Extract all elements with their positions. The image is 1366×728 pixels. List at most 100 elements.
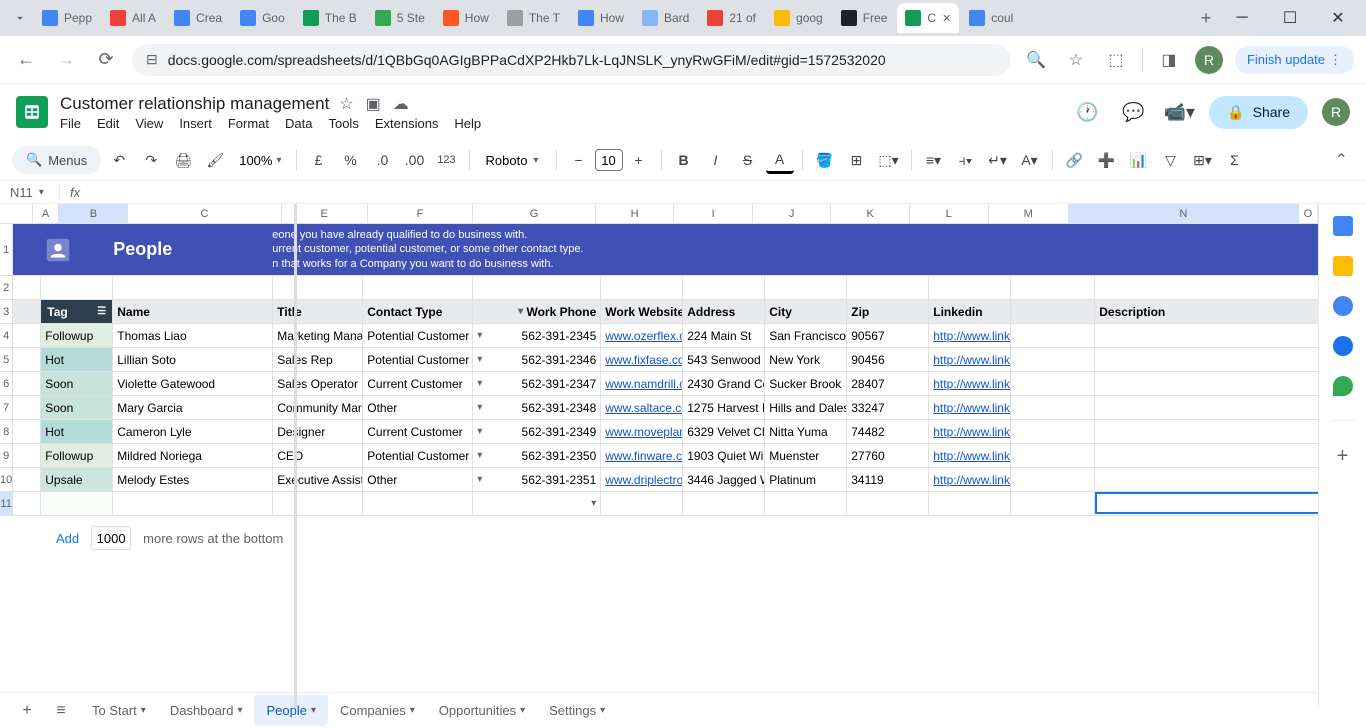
linkedin-cell[interactable]: http://www.linked: [929, 468, 1011, 491]
menu-tools[interactable]: Tools: [328, 116, 358, 131]
website-cell[interactable]: www.namdrill.co: [601, 372, 683, 395]
name-box[interactable]: N11 ▾: [0, 185, 60, 200]
address-cell[interactable]: 224 Main St: [683, 324, 765, 347]
browser-tab[interactable]: All A: [102, 3, 164, 33]
add-rows-input[interactable]: [91, 526, 131, 550]
minimize-button[interactable]: ─: [1222, 3, 1262, 33]
halign-button[interactable]: ≡▾: [920, 146, 948, 174]
description-cell[interactable]: [1095, 372, 1318, 395]
browser-tab[interactable]: Crea: [166, 3, 230, 33]
tag-cell[interactable]: Upsale: [41, 468, 113, 491]
chevron-down-icon[interactable]: ▾: [237, 705, 242, 716]
row-header-4[interactable]: 4: [0, 324, 13, 348]
col-header-B[interactable]: B: [59, 204, 128, 223]
new-tab-button[interactable]: +: [1192, 4, 1220, 32]
sheet-tab-settings[interactable]: Settings▾: [537, 695, 617, 726]
finish-update-button[interactable]: Finish update ⋮: [1235, 46, 1354, 74]
browser-tab[interactable]: coul: [961, 3, 1021, 33]
sidepanel-icon[interactable]: ◨: [1155, 46, 1183, 74]
linkedin-cell[interactable]: http://www.linked: [929, 396, 1011, 419]
sheet-tab-opportunities[interactable]: Opportunities▾: [427, 695, 537, 726]
extensions-icon[interactable]: ⬚: [1102, 46, 1130, 74]
table-row[interactable]: Soon Mary Garcia Community Manager Other…: [13, 396, 1318, 420]
contact-type-cell[interactable]: Current Customer: [363, 372, 473, 395]
bold-button[interactable]: B: [670, 146, 698, 174]
history-icon[interactable]: 🕐: [1071, 96, 1103, 128]
title-cell[interactable]: Sales Operator: [273, 372, 363, 395]
website-cell[interactable]: www.finware.co: [601, 444, 683, 467]
font-select[interactable]: Roboto ▾: [478, 153, 548, 168]
header-linkedin[interactable]: Linkedin: [929, 300, 1011, 323]
decrease-decimal-button[interactable]: .0: [369, 146, 397, 174]
filter-icon[interactable]: ☰: [97, 306, 106, 317]
phone-cell[interactable]: ▾562-391-2346: [473, 348, 601, 371]
close-window-button[interactable]: ✕: [1318, 3, 1358, 33]
profile-avatar[interactable]: R: [1195, 46, 1223, 74]
address-cell[interactable]: 2430 Grand Corn: [683, 372, 765, 395]
row-header-1[interactable]: 1: [0, 224, 13, 276]
phone-cell[interactable]: ▾562-391-2350: [473, 444, 601, 467]
col-header-L[interactable]: L: [910, 204, 989, 223]
table-row[interactable]: Hot Lillian Soto Sales Rep Potential Cus…: [13, 348, 1318, 372]
calendar-icon[interactable]: [1333, 216, 1353, 236]
zip-cell[interactable]: 74482: [847, 420, 929, 443]
move-icon[interactable]: ▣: [366, 94, 381, 114]
row-header-6[interactable]: 6: [0, 372, 13, 396]
name-cell[interactable]: Mary Garcia: [113, 396, 273, 419]
phone-cell[interactable]: ▾562-391-2347: [473, 372, 601, 395]
browser-tab[interactable]: How: [570, 3, 632, 33]
menu-extensions[interactable]: Extensions: [375, 116, 439, 131]
browser-tab[interactable]: Goo: [232, 3, 293, 33]
zip-cell[interactable]: 33247: [847, 396, 929, 419]
phone-cell[interactable]: ▾562-391-2351: [473, 468, 601, 491]
header-work-phone[interactable]: ▾ Work Phone: [473, 300, 601, 323]
currency-button[interactable]: £: [305, 146, 333, 174]
contact-type-cell[interactable]: Potential Customer: [363, 324, 473, 347]
chevron-down-icon[interactable]: ▾: [477, 402, 482, 413]
link-button[interactable]: 🔗: [1061, 146, 1089, 174]
row-header-11[interactable]: 11: [0, 492, 13, 516]
name-cell[interactable]: Violette Gatewood: [113, 372, 273, 395]
chevron-down-icon[interactable]: ▾: [477, 450, 482, 461]
chevron-down-icon[interactable]: ▾: [477, 378, 482, 389]
website-cell[interactable]: www.saltace.com: [601, 396, 683, 419]
address-cell[interactable]: 1275 Harvest Be: [683, 396, 765, 419]
all-sheets-button[interactable]: ≡: [46, 696, 76, 726]
sheet-tab-companies[interactable]: Companies▾: [328, 695, 427, 726]
sheet-tab-to-start[interactable]: To Start▾: [80, 695, 158, 726]
contact-type-cell[interactable]: Other: [363, 468, 473, 491]
phone-cell[interactable]: ▾562-391-2348: [473, 396, 601, 419]
contact-type-cell[interactable]: Other: [363, 396, 473, 419]
browser-tab[interactable]: The B: [295, 3, 365, 33]
browser-tab[interactable]: goog: [766, 3, 831, 33]
description-cell[interactable]: [1095, 444, 1318, 467]
table-row[interactable]: Followup Thomas Liao Marketing Manager P…: [13, 324, 1318, 348]
linkedin-cell[interactable]: http://www.linked: [929, 420, 1011, 443]
back-button[interactable]: ←: [12, 46, 40, 74]
city-cell[interactable]: San Francisco: [765, 324, 847, 347]
phone-cell[interactable]: ▾562-391-2349: [473, 420, 601, 443]
col-header-J[interactable]: J: [753, 204, 832, 223]
chevron-down-icon[interactable]: ▾: [600, 705, 605, 716]
chevron-down-icon[interactable]: ▾: [477, 474, 482, 485]
chevron-down-icon[interactable]: ▾: [410, 705, 415, 716]
chevron-down-icon[interactable]: ▾: [311, 705, 316, 716]
row-header-7[interactable]: 7: [0, 396, 13, 420]
header-contact-type[interactable]: Contact Type: [363, 300, 473, 323]
italic-button[interactable]: I: [702, 146, 730, 174]
row-header-2[interactable]: 2: [0, 276, 13, 300]
functions-button[interactable]: Σ: [1221, 146, 1249, 174]
comments-icon[interactable]: 💬: [1117, 96, 1149, 128]
address-cell[interactable]: 1903 Quiet Willo: [683, 444, 765, 467]
col-header-H[interactable]: H: [596, 204, 675, 223]
row-header-9[interactable]: 9: [0, 444, 13, 468]
address-cell[interactable]: 3446 Jagged Wa: [683, 468, 765, 491]
valign-button[interactable]: ⫞▾: [952, 146, 980, 174]
active-cell[interactable]: [1095, 492, 1318, 514]
description-cell[interactable]: [1095, 420, 1318, 443]
menu-insert[interactable]: Insert: [179, 116, 212, 131]
add-rows-button[interactable]: Add: [56, 531, 79, 546]
tag-cell[interactable]: Soon: [41, 372, 113, 395]
header-address[interactable]: Address: [683, 300, 765, 323]
table-row[interactable]: Upsale Melody Estes Executive Assistant …: [13, 468, 1318, 492]
